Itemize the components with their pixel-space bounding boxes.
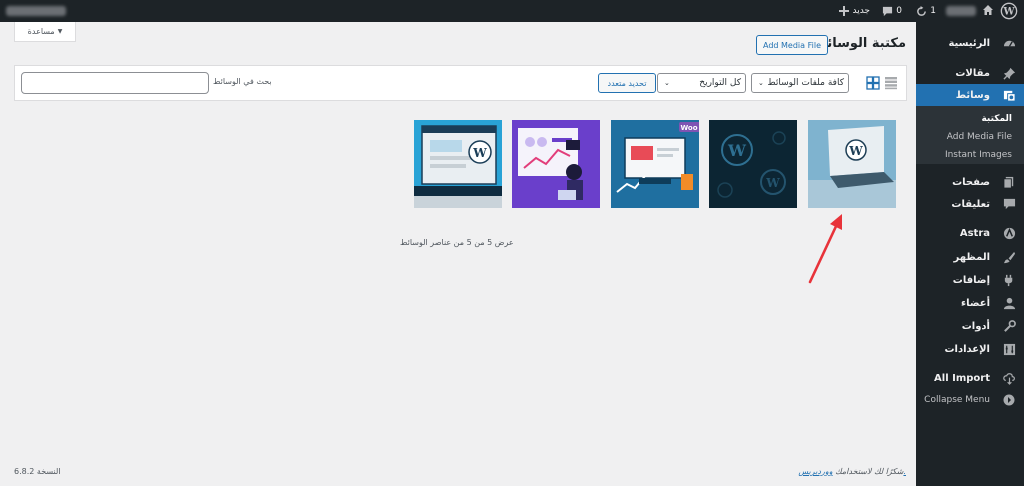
media-count-text: عرض 5 من 5 من عناصر الوسائط (400, 238, 514, 247)
menu-appearance[interactable]: المظهر (916, 246, 1024, 268)
menu-comments-label: تعليقات (951, 198, 990, 210)
home-icon[interactable] (982, 4, 994, 16)
menu-appearance-label: المظهر (953, 251, 990, 263)
menu-dashboard[interactable]: الرئيسية (916, 32, 1024, 54)
updates-menu[interactable]: 1 (916, 4, 936, 18)
add-media-file-button[interactable]: Add Media File (756, 35, 828, 55)
site-name-blurred[interactable] (946, 6, 976, 16)
comments-menu[interactable]: 0 (882, 4, 902, 18)
updates-count: 1 (930, 6, 936, 16)
media-toolbar: ⌄ كافة ملفات الوسائط ⌄ كل التواريخ تحديد… (14, 65, 907, 101)
svg-text:W: W (727, 141, 747, 160)
comments-count: 0 (896, 6, 902, 16)
menu-posts[interactable]: مقالات (916, 62, 1024, 84)
menu-tools-label: أدوات (961, 320, 990, 332)
menu-plugins[interactable]: إضافات (916, 269, 1024, 291)
pin-icon (1002, 66, 1016, 80)
date-filter[interactable]: ⌄ كل التواريخ (657, 73, 746, 93)
media-submenu: المكتبة Add Media File Instant Images (916, 106, 1024, 164)
users-icon (1002, 296, 1016, 310)
svg-text:W: W (848, 144, 863, 158)
grid-view-icon[interactable] (866, 76, 880, 90)
menu-media[interactable]: وسائط (910, 84, 1024, 106)
menu-users-label: أعضاء (961, 297, 990, 309)
media-thumbnail[interactable]: Woo (611, 120, 699, 208)
comments-icon (1002, 197, 1016, 211)
chevron-down-icon: ⌄ (664, 79, 670, 87)
menu-settings-label: الإعدادات (944, 343, 990, 355)
dark-wordpress-logos-image: W W (709, 120, 797, 208)
dashboard-icon (1002, 36, 1016, 50)
annotation-arrow-icon (808, 214, 842, 284)
collapse-icon (1002, 393, 1016, 407)
submenu-library[interactable]: المكتبة (981, 114, 1012, 124)
settings-icon (1002, 342, 1016, 356)
admin-bar: W 1 0 جديد (0, 0, 1024, 22)
laptop-wordpress-image: W (808, 120, 896, 208)
help-tab-label: مساعدة (27, 27, 55, 36)
plus-icon (839, 6, 850, 16)
menu-pages-label: صفحات (952, 176, 990, 188)
svg-text:Woo: Woo (680, 124, 697, 132)
svg-text:W: W (472, 146, 487, 160)
submenu-add-media-file[interactable]: Add Media File (947, 132, 1012, 142)
media-thumbnail[interactable]: W (808, 120, 896, 208)
menu-comments[interactable]: تعليقات (916, 193, 1024, 215)
menu-media-label: وسائط (955, 89, 990, 101)
chevron-down-icon: ⌄ (758, 79, 764, 87)
menu-all-import-label: All Import (934, 372, 990, 384)
date-filter-value: كل التواريخ (699, 78, 741, 88)
collapse-menu-button[interactable]: Collapse Menu (916, 389, 1024, 411)
submenu-instant-images[interactable]: Instant Images (945, 150, 1012, 160)
list-view-icon[interactable] (884, 76, 898, 90)
astra-icon (1002, 226, 1016, 240)
media-icon (1002, 88, 1016, 102)
appearance-icon (1002, 250, 1016, 264)
menu-tools[interactable]: أدوات (916, 315, 1024, 337)
help-tab-button[interactable]: مساعدة ▼ (14, 22, 76, 42)
search-label: بحث في الوسائط (213, 77, 272, 86)
admin-sidebar: الرئيسية مقالات وسائط المكتبة Add Media … (910, 22, 1024, 486)
new-label: جديد (852, 6, 870, 16)
media-type-filter[interactable]: ⌄ كافة ملفات الوسائط (751, 73, 849, 93)
menu-posts-label: مقالات (955, 67, 990, 79)
media-type-filter-value: كافة ملفات الوسائط (767, 78, 844, 88)
media-thumbnail[interactable] (512, 120, 600, 208)
laptop-browser-wordpress-image: W (414, 120, 502, 208)
comment-bubble-icon (883, 6, 893, 16)
search-input[interactable] (21, 72, 209, 94)
menu-settings[interactable]: الإعدادات (916, 338, 1024, 360)
menu-astra-label: Astra (959, 227, 990, 239)
menu-users[interactable]: أعضاء (916, 292, 1024, 314)
bulk-select-button[interactable]: تحديد متعدد (598, 73, 656, 93)
wordpress-logo-icon[interactable]: W (1000, 2, 1018, 20)
collapse-menu-label: Collapse Menu (924, 395, 990, 405)
menu-astra[interactable]: Astra (916, 222, 1024, 244)
new-content-menu[interactable]: جديد (839, 4, 870, 18)
svg-text:W: W (1002, 7, 1015, 18)
user-account-blurred[interactable] (6, 6, 66, 16)
media-thumbnail[interactable]: W W (709, 120, 797, 208)
menu-dashboard-label: الرئيسية (948, 37, 990, 49)
refresh-icon (917, 5, 927, 16)
import-icon (1002, 371, 1016, 385)
menu-pages[interactable]: صفحات (916, 171, 1024, 193)
pages-icon (1002, 175, 1016, 189)
woocommerce-store-image: Woo (611, 120, 699, 208)
menu-plugins-label: إضافات (952, 274, 990, 286)
active-indicator (910, 89, 916, 101)
caret-down-icon: ▼ (57, 28, 63, 35)
footer-thanks-text: شكرًا لك لاستخدامك (835, 467, 904, 476)
tools-icon (1002, 319, 1016, 333)
media-thumbnail[interactable]: W (414, 120, 502, 208)
svg-text:W: W (765, 176, 780, 190)
wordpress-version: النسخة 6.8.2 (14, 467, 61, 476)
analytics-illustration-image (512, 120, 600, 208)
footer-thanks: شكرًا لك لاستخدامك ووردبريس. (798, 467, 906, 476)
menu-all-import[interactable]: All Import (916, 367, 1024, 389)
plugins-icon (1002, 273, 1016, 287)
